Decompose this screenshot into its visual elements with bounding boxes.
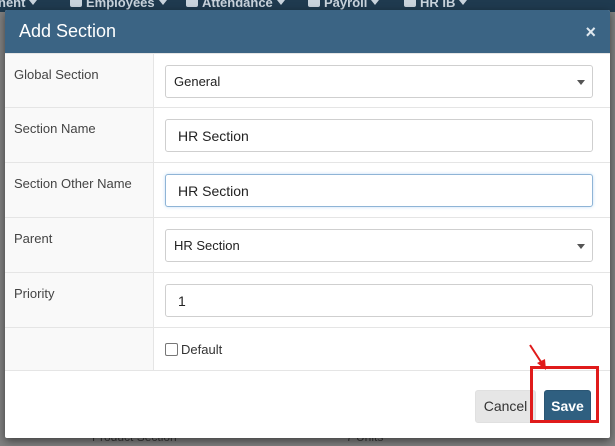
input-value: HR Section <box>178 182 249 199</box>
input-value: HR Section <box>178 127 249 144</box>
caret-down-icon <box>577 244 585 249</box>
field-label: Priority <box>5 273 154 327</box>
nav-item-employees: Employees <box>70 0 167 10</box>
select-value: HR Section <box>174 238 240 253</box>
field-label: Parent <box>5 218 154 272</box>
section-other-name-input[interactable]: HR Section <box>165 174 593 207</box>
caret-down-icon <box>158 0 167 5</box>
add-section-modal: Add Section × Global Section General Sec… <box>5 10 610 438</box>
form-row-parent: Parent HR Section <box>5 218 610 273</box>
nav-item-management: nent <box>0 0 38 10</box>
section-name-input[interactable]: HR Section <box>165 119 593 152</box>
parent-select[interactable]: HR Section <box>165 229 593 262</box>
form-row-priority: Priority 1 <box>5 273 610 328</box>
modal-header: Add Section × <box>5 10 610 53</box>
form-row-section-other-name: Section Other Name HR Section <box>5 163 610 218</box>
global-section-select[interactable]: General <box>165 65 593 98</box>
save-button[interactable]: Save <box>544 389 591 423</box>
user-icon <box>404 0 416 7</box>
field-label: Global Section <box>5 54 154 107</box>
input-value: 1 <box>178 292 186 309</box>
field-label: Section Other Name <box>5 163 154 217</box>
field-label: Section Name <box>5 108 154 162</box>
form-row-section-name: Section Name HR Section <box>5 108 610 163</box>
modal-title: Add Section <box>19 21 117 41</box>
caret-down-icon <box>459 0 468 5</box>
nav-item-attendance: Attendance <box>186 0 285 10</box>
modal-footer: Cancel Save <box>5 374 610 438</box>
caret-down-icon <box>371 0 380 5</box>
form-row-global-section: Global Section General <box>5 53 610 108</box>
field-label-empty <box>5 328 154 370</box>
people-icon <box>70 0 82 7</box>
select-value: General <box>174 74 221 89</box>
calendar-icon <box>186 0 198 7</box>
default-checkbox[interactable] <box>165 343 178 356</box>
section-form: Global Section General Section Name HR S… <box>5 53 610 371</box>
checkbox-label: Default <box>181 342 223 357</box>
caret-down-icon <box>29 0 38 5</box>
caret-down-icon <box>577 80 585 85</box>
cancel-button[interactable]: Cancel <box>475 389 536 423</box>
caret-down-icon <box>276 0 285 5</box>
nav-item-hr: HR IB <box>404 0 468 10</box>
default-checkbox-wrapper[interactable]: Default <box>165 338 594 357</box>
priority-input[interactable]: 1 <box>165 284 593 317</box>
form-row-default: Default <box>5 328 610 371</box>
close-icon[interactable]: × <box>585 23 596 41</box>
nav-item-payroll: Payroll <box>308 0 380 10</box>
money-icon <box>308 0 320 7</box>
